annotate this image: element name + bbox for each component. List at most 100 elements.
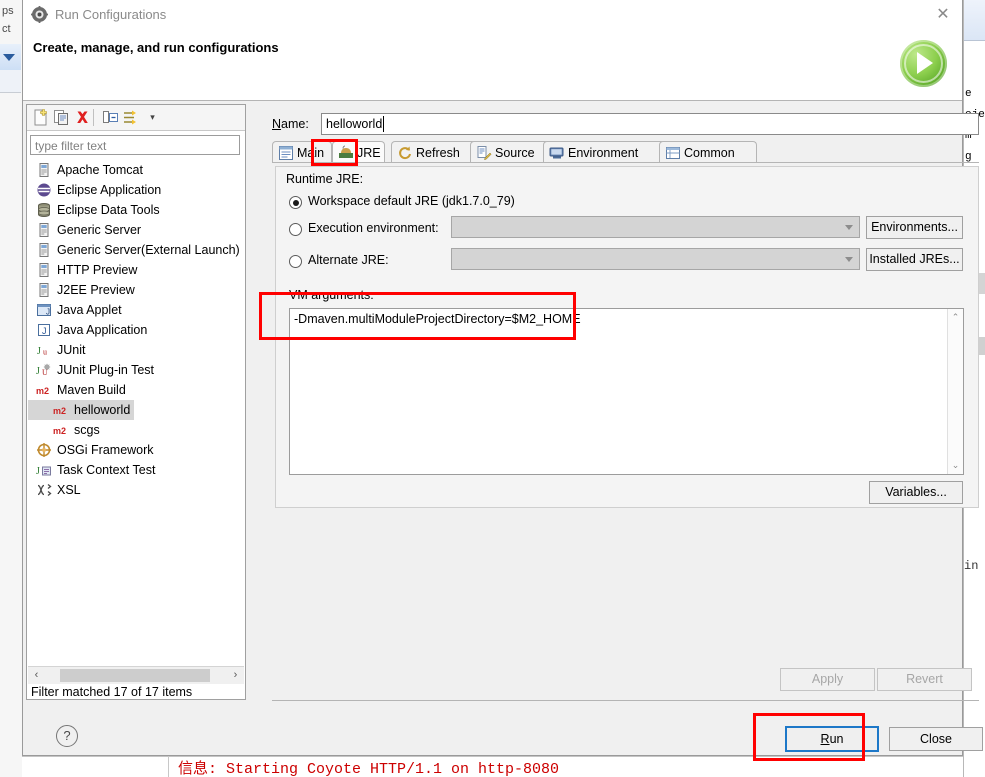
tree-item-label: helloworld: [28, 400, 135, 420]
collapse-all-icon[interactable]: [102, 109, 119, 126]
svg-text:J: J: [42, 326, 47, 336]
environments-button[interactable]: Environments...: [866, 216, 963, 239]
svg-text:m2: m2: [53, 426, 66, 436]
tab-label: JRE: [357, 146, 381, 160]
radio-indicator[interactable]: [289, 196, 302, 209]
java-applet-icon: J: [37, 304, 51, 317]
tab-label: Main: [297, 146, 325, 160]
tabs-underline: [272, 162, 979, 163]
tab-label: Environment: [568, 146, 639, 160]
tree-item-helloworld[interactable]: m2 helloworld: [28, 400, 244, 420]
java-application-icon: J: [38, 324, 50, 336]
duplicate-configuration-icon[interactable]: [53, 109, 70, 126]
tree-item-apache-tomcat[interactable]: Apache Tomcat: [28, 160, 244, 180]
radio-label: Alternate JRE:: [308, 253, 389, 267]
tree-item-generic-server-external-launch[interactable]: Generic Server(External Launch): [28, 240, 244, 260]
background-left-text-2: ct: [2, 23, 11, 35]
environment-tab-icon: [549, 147, 564, 159]
background-lower-line: in: [964, 559, 979, 573]
filter-status-text: Filter matched 17 of 17 items: [31, 685, 193, 699]
chevron-down-icon: [845, 225, 853, 230]
help-question-icon[interactable]: ?: [56, 725, 78, 747]
background-chevron-down-icon: [3, 54, 15, 61]
radio-workspace-default-jre[interactable]: Workspace default JRE (jdk1.7.0_79): [289, 194, 515, 209]
svg-text:m2: m2: [36, 386, 49, 396]
scrollbar-thumb[interactable]: [60, 669, 210, 682]
radio-indicator[interactable]: [289, 223, 302, 236]
tree-item-java-applet[interactable]: J Java Applet: [28, 300, 244, 320]
apply-button[interactable]: Apply: [780, 668, 875, 691]
name-input[interactable]: helloworld: [321, 113, 979, 135]
tab-jre[interactable]: JRE: [332, 141, 385, 163]
tree-item-eclipse-data-tools[interactable]: Eclipse Data Tools: [28, 200, 244, 220]
radio-indicator[interactable]: [289, 255, 302, 268]
close-button[interactable]: Close: [889, 727, 983, 751]
radio-execution-environment[interactable]: Execution environment:: [289, 221, 439, 236]
svg-text:J: J: [46, 308, 50, 317]
tree-item-xsl[interactable]: XSL: [28, 480, 244, 500]
run-badge-ring: [904, 44, 943, 83]
toolbar-divider: [93, 109, 94, 126]
scroll-left-arrow-icon[interactable]: ‹: [28, 667, 45, 684]
execution-environment-combo[interactable]: [451, 216, 860, 238]
installed-jres-button[interactable]: Installed JREs...: [866, 248, 963, 271]
scroll-right-arrow-icon[interactable]: ›: [227, 667, 244, 684]
filter-input[interactable]: type filter text: [30, 135, 240, 155]
database-icon: [38, 203, 50, 218]
variables-button[interactable]: Variables...: [869, 481, 963, 504]
filter-icon[interactable]: [123, 109, 140, 126]
alternate-jre-combo[interactable]: [451, 248, 860, 270]
run-configurations-dialog: Run Configurations ✕ Create, manage, and…: [22, 0, 983, 756]
main-tab-icon: [279, 146, 293, 160]
tree-item-scgs[interactable]: m2 scgs: [28, 420, 244, 440]
tab-refresh[interactable]: Refresh: [391, 141, 476, 163]
vm-arguments-label: VM arguments:: [289, 288, 374, 302]
filter-placeholder: type filter text: [35, 139, 107, 153]
tree-item-osgi-framework[interactable]: OSGi Framework: [28, 440, 244, 460]
tree-item-eclipse-application[interactable]: Eclipse Application: [28, 180, 244, 200]
tree-item-maven-build[interactable]: m2 Maven Build: [28, 380, 244, 400]
tree-item-http-preview[interactable]: HTTP Preview: [28, 260, 244, 280]
run-button[interactable]: Run: [785, 726, 879, 752]
background-left-strip: ps ct: [0, 0, 23, 777]
osgi-icon: [37, 443, 51, 457]
svg-text:J: J: [36, 366, 40, 377]
green-run-play-icon: [900, 40, 947, 87]
console-gutter: [168, 756, 169, 777]
radio-alternate-jre[interactable]: Alternate JRE:: [289, 253, 389, 268]
new-configuration-icon[interactable]: [32, 109, 49, 126]
radio-label: Workspace default JRE (jdk1.7.0_79): [308, 194, 515, 208]
tree-item-j2ee-preview[interactable]: J2EE Preview: [28, 280, 244, 300]
close-icon[interactable]: ✕: [930, 4, 956, 26]
view-menu-chevron-down-icon[interactable]: ▾: [144, 109, 161, 126]
tree-item-generic-server[interactable]: Generic Server: [28, 220, 244, 240]
tree-item-java-application[interactable]: J Java Application: [28, 320, 244, 340]
tab-environment[interactable]: Environment: [543, 141, 665, 163]
background-code-line: e: [965, 88, 972, 100]
junit-task-icon: J: [36, 466, 51, 477]
tree-item-junit[interactable]: Ju JUnit: [28, 340, 244, 360]
configurations-tree[interactable]: Apache Tomcat Eclipse Application Eclips…: [28, 160, 244, 665]
config-tabs[interactable]: Main JRE Refresh Source Environment Comm…: [272, 141, 979, 163]
delete-configuration-icon[interactable]: [74, 109, 91, 126]
jre-tab-icon: [339, 145, 353, 158]
scroll-down-arrow-icon[interactable]: ⌄: [948, 458, 963, 473]
tab-main[interactable]: Main: [272, 141, 332, 163]
run-configurations-icon: [31, 6, 48, 23]
footer-divider: [272, 700, 979, 701]
revert-button[interactable]: Revert: [877, 668, 972, 691]
vm-arguments-vertical-scrollbar[interactable]: ⌃ ⌄: [947, 309, 963, 474]
server-icon: [39, 283, 49, 297]
tab-common[interactable]: Common: [659, 141, 757, 163]
tab-source[interactable]: Source: [470, 141, 549, 163]
server-icon: [39, 223, 49, 237]
tree-horizontal-scrollbar[interactable]: ‹ ›: [28, 666, 244, 684]
vm-arguments-textarea[interactable]: -Dmaven.multiModuleProjectDirectory=$M2_…: [289, 308, 964, 475]
tree-item-junit-plug-in-test[interactable]: JU JUnit Plug-in Test: [28, 360, 244, 380]
runtime-jre-label: Runtime JRE:: [286, 172, 364, 186]
tree-item-label: Generic Server(External Launch): [57, 243, 240, 257]
server-icon: [39, 163, 49, 177]
tree-item-task-context-test[interactable]: J Task Context Test: [28, 460, 244, 480]
scroll-up-arrow-icon[interactable]: ⌃: [948, 310, 963, 325]
console-message: 信息: Starting Coyote HTTP/1.1 on http-808…: [178, 761, 560, 777]
